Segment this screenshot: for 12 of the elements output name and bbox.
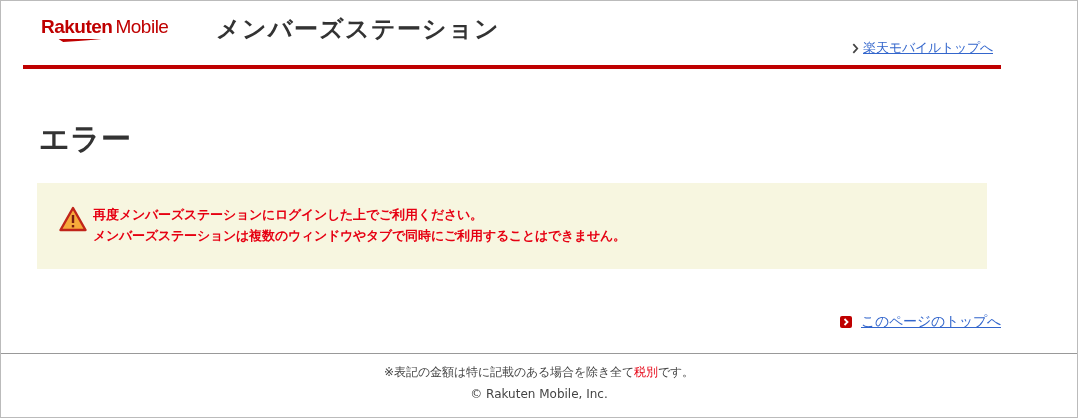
error-message: メンバーズステーションは複数のウィンドウやタブで同時にご利用することはできません。 bbox=[93, 228, 626, 245]
error-message: 再度メンバーズステーションにログインした上でご利用ください。 bbox=[93, 207, 484, 224]
copyright-text: © Rakuten Mobile, Inc. bbox=[470, 387, 608, 401]
page-heading: エラー bbox=[39, 120, 132, 158]
rakuten-mobile-logo[interactable]: Rakuten Mobile bbox=[41, 16, 169, 42]
warning-icon bbox=[59, 206, 87, 232]
arrow-box-icon bbox=[840, 316, 852, 328]
chevron-icon bbox=[852, 42, 859, 54]
footer-note: ※表記の金額は特に記載のある場合を除き全て税別です。 bbox=[383, 364, 695, 381]
page-top-link[interactable]: このページのトップへ bbox=[861, 313, 1001, 331]
site-title: メンバーズステーション bbox=[216, 14, 501, 45]
rakuten-mobile-top-link[interactable]: 楽天モバイルトップへ bbox=[863, 39, 993, 57]
